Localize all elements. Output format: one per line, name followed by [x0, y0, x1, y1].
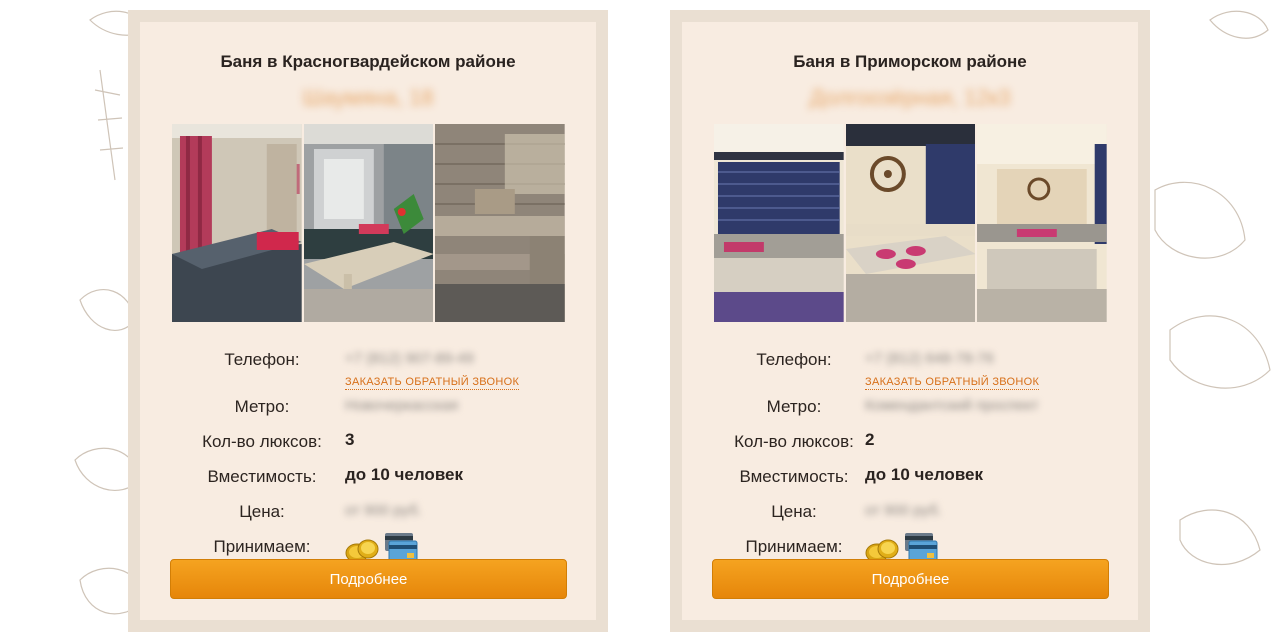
- photo-lounge-wheel[interactable]: [845, 124, 976, 322]
- phone-label: Телефон:: [224, 350, 300, 369]
- photo-lounge-room[interactable]: [977, 124, 1108, 322]
- card-address[interactable]: Шаумяна, 18: [140, 85, 596, 111]
- metro-label: Метро:: [766, 397, 822, 416]
- decorative-sketch-right: [1154, 10, 1271, 565]
- capacity-value: до 10 человек: [865, 465, 984, 484]
- suites-label: Кол-во люксов:: [202, 432, 322, 451]
- sauna-card-krasnogvardeysky: Баня в Красногвардейском районе Шаумяна,…: [128, 10, 608, 632]
- callback-link[interactable]: ЗАКАЗАТЬ ОБРАТНЫЙ ЗВОНОК: [345, 376, 520, 390]
- payment-label: Принимаем:: [213, 537, 311, 556]
- price-value: от 900 руб.: [345, 502, 422, 519]
- card-address[interactable]: Долгоозёрная, 12к3: [682, 85, 1138, 111]
- photo-gallery: [172, 124, 566, 322]
- card-body: Баня в Красногвардейском районе Шаумяна,…: [140, 22, 596, 620]
- capacity-value: до 10 человек: [345, 465, 464, 484]
- capacity-label: Вместимость:: [739, 467, 849, 486]
- photo-room-table[interactable]: [303, 124, 434, 322]
- suites-label: Кол-во люксов:: [734, 432, 854, 451]
- metro-value: Новочеркасская: [345, 397, 459, 414]
- phone-label: Телефон:: [756, 350, 832, 369]
- suites-value: 2: [865, 430, 875, 449]
- metro-label: Метро:: [234, 397, 290, 416]
- card-title: Баня в Приморском районе: [793, 52, 1027, 71]
- phone-value[interactable]: +7 (812) 648-78-76: [865, 350, 994, 367]
- price-label: Цена:: [771, 502, 817, 521]
- details-button[interactable]: Подробнее: [712, 559, 1109, 599]
- metro-value: Комендантский проспект: [865, 397, 1039, 414]
- sauna-card-primorsky: Баня в Приморском районе Долгоозёрная, 1…: [670, 10, 1150, 632]
- photo-room-red-curtains[interactable]: [172, 124, 302, 322]
- callback-link[interactable]: ЗАКАЗАТЬ ОБРАТНЫЙ ЗВОНОК: [865, 376, 1040, 390]
- photo-gallery: [714, 124, 1108, 322]
- photo-lounge-shutters[interactable]: [714, 124, 844, 322]
- capacity-label: Вместимость:: [207, 467, 317, 486]
- price-label: Цена:: [239, 502, 285, 521]
- suites-value: 3: [345, 430, 355, 449]
- payment-label: Принимаем:: [745, 537, 843, 556]
- card-title: Баня в Красногвардейском районе: [220, 52, 516, 71]
- price-value: от 900 руб.: [865, 502, 942, 519]
- phone-value[interactable]: +7 (812) 907-89-49: [345, 350, 474, 367]
- details-button[interactable]: Подробнее: [170, 559, 567, 599]
- photo-steam-room[interactable]: [435, 124, 566, 322]
- card-body: Баня в Приморском районе Долгоозёрная, 1…: [682, 22, 1138, 620]
